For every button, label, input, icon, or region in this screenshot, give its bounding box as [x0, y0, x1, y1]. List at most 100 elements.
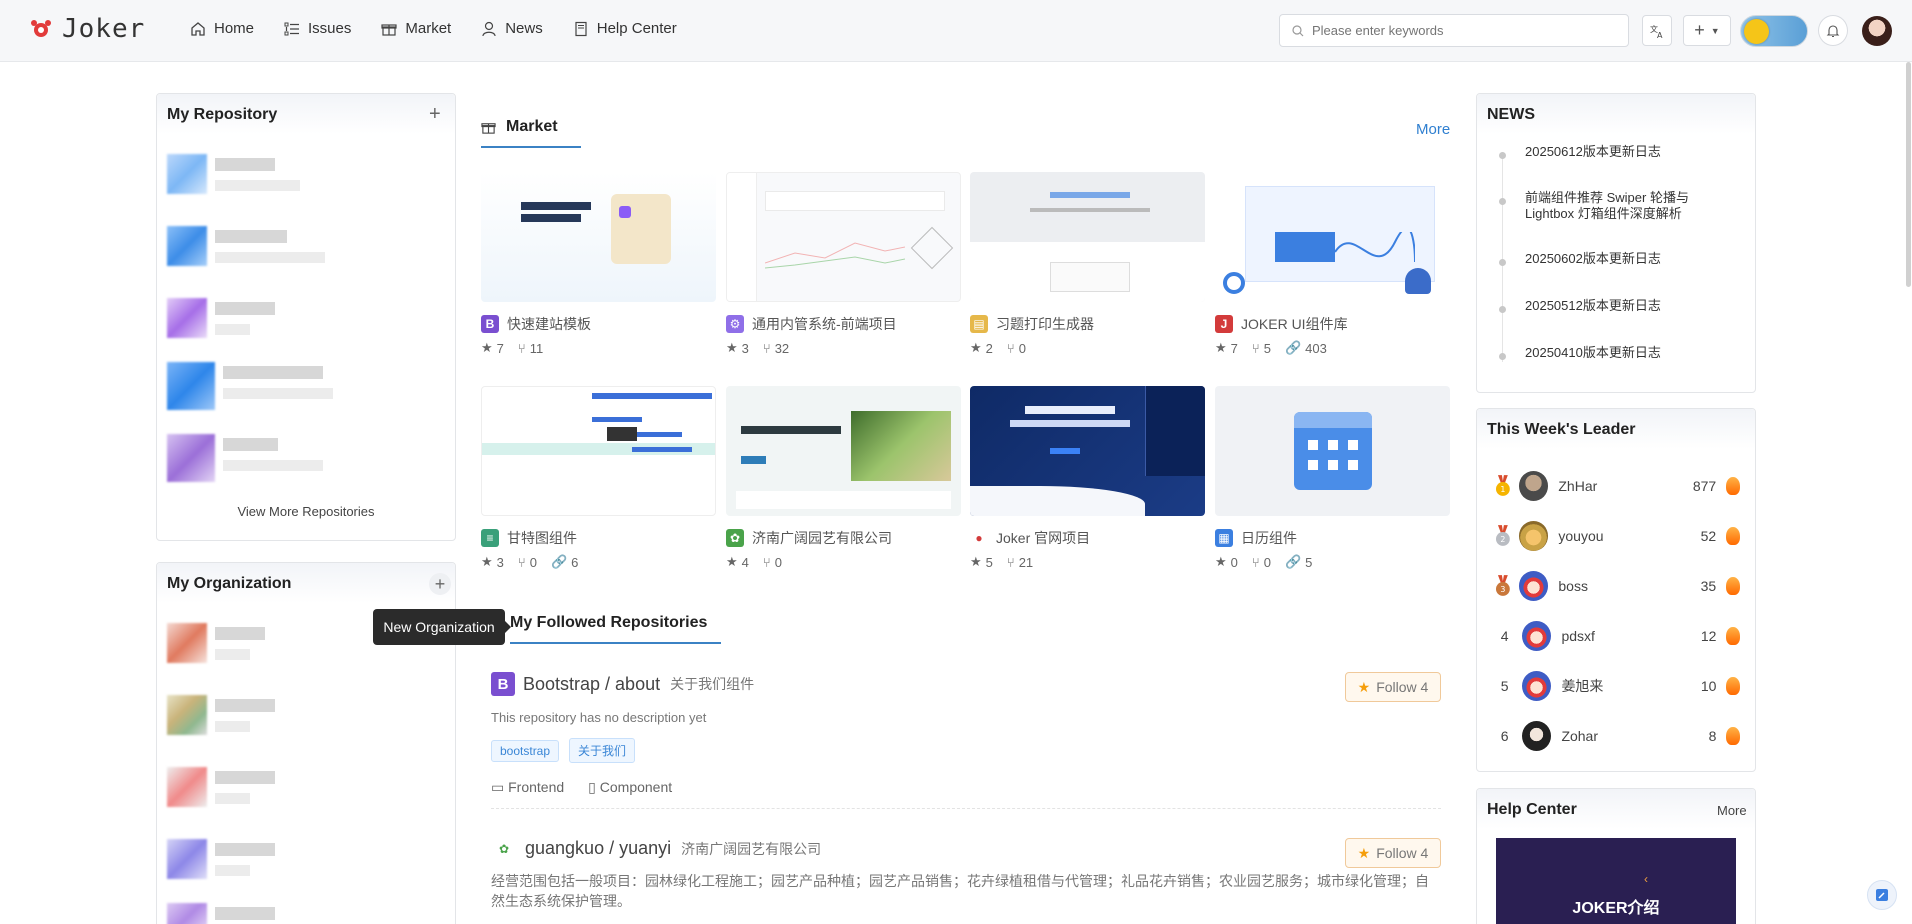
timeline-dot	[1499, 198, 1506, 205]
repository-item[interactable]	[167, 434, 367, 484]
joker-logo-icon	[30, 18, 52, 40]
news-item[interactable]: 前端组件推荐 Swiper 轮播与 Lightbox 灯箱组件深度解析	[1525, 190, 1725, 222]
repo-desc-placeholder	[215, 180, 300, 191]
follow-button[interactable]: ★ Follow 4	[1345, 838, 1441, 868]
search-box[interactable]	[1279, 14, 1629, 47]
star-count: ★ 5	[970, 554, 993, 570]
organization-item[interactable]	[167, 767, 367, 817]
svg-text:3: 3	[1500, 585, 1505, 594]
thumb-deco	[632, 447, 692, 452]
market-card[interactable]: J JOKER UI组件库 ★ 7 ⑂ 5 🔗 403	[1215, 172, 1450, 356]
repo-name[interactable]: Bootstrap / about	[523, 674, 660, 695]
leader-row[interactable]: 2 youyou 52	[1495, 518, 1740, 554]
create-dropdown-button[interactable]: + ▼	[1683, 15, 1731, 46]
nav-home[interactable]: Home	[190, 20, 254, 37]
organization-item[interactable]	[167, 903, 367, 924]
help-more-link[interactable]: More	[1717, 803, 1747, 818]
nav-help-center[interactable]: Help Center	[573, 20, 677, 37]
market-card[interactable]: ▤ 习题打印生成器 ★ 2 ⑂ 0	[970, 172, 1205, 356]
market-card[interactable]: ● Joker 官网项目 ★ 5 ⑂ 21	[970, 386, 1205, 570]
nav-news[interactable]: News	[481, 20, 543, 37]
feedback-button[interactable]	[1867, 880, 1897, 910]
repo-subtitle: 济南广阔园艺有限公司	[681, 840, 822, 857]
market-more-link[interactable]: More	[1416, 121, 1450, 138]
leader-row[interactable]: 5 姜旭来 10	[1495, 668, 1740, 704]
market-card[interactable]: ≡ 甘特图组件 ★ 3 ⑂ 0 🔗 6	[481, 386, 716, 570]
news-item[interactable]: 20250410版本更新日志	[1525, 345, 1725, 361]
nav-news-label: News	[505, 20, 543, 37]
organization-item[interactable]	[167, 839, 367, 889]
repository-item[interactable]	[167, 154, 367, 204]
tag[interactable]: bootstrap	[491, 740, 560, 762]
help-banner-image[interactable]: JOKER介绍 ‹	[1496, 838, 1736, 924]
followed-repositories-tab[interactable]: My Followed Repositories	[510, 614, 721, 644]
meta-component: ▯ Component	[588, 779, 672, 796]
market-card[interactable]: ✿ 济南广阔园艺有限公司 ★ 4 ⑂ 0	[726, 386, 961, 570]
leader-score: 877	[1692, 478, 1717, 494]
forks-value: 0	[1263, 554, 1271, 570]
translate-button[interactable]: 文A	[1642, 15, 1672, 46]
org-avatar	[167, 903, 207, 924]
leader-row[interactable]: 3 boss 35	[1495, 568, 1740, 604]
repository-item[interactable]	[167, 226, 367, 276]
market-section-tab[interactable]: Market	[481, 118, 581, 148]
star-count: ★ 0	[1215, 554, 1238, 570]
nav-issues[interactable]: Issues	[284, 20, 351, 37]
plus-icon: +	[1694, 20, 1705, 40]
news-item[interactable]: 20250602版本更新日志	[1525, 251, 1725, 267]
new-organization-tooltip: New Organization	[373, 609, 511, 645]
garden-icon: ✿	[726, 529, 744, 547]
leader-row[interactable]: 6 Zohar 8	[1495, 718, 1740, 754]
organization-item[interactable]	[167, 623, 367, 673]
news-item[interactable]: 20250612版本更新日志	[1525, 144, 1725, 160]
followed-repo-item[interactable]: ✿ guangkuo / yuanyi 济南广阔园艺有限公司 ★ Follow …	[491, 838, 1441, 911]
notification-button[interactable]	[1818, 15, 1848, 46]
org-name-placeholder	[215, 843, 275, 856]
nav-market[interactable]: Market	[381, 20, 451, 37]
market-card[interactable]: ▦ 日历组件 ★ 0 ⑂ 0 🔗 5	[1215, 386, 1450, 570]
follow-button[interactable]: ★ Follow 4	[1345, 672, 1441, 702]
repo-desc-placeholder	[215, 324, 250, 335]
chevron-icon: ‹	[1644, 872, 1648, 886]
star-count: ★ 2	[970, 340, 993, 356]
add-organization-button[interactable]: +	[429, 573, 451, 595]
user-avatar[interactable]	[1862, 16, 1892, 46]
links-value: 6	[571, 554, 579, 570]
svg-text:1: 1	[1500, 485, 1505, 494]
search-input[interactable]	[1312, 23, 1612, 38]
nav-home-label: Home	[214, 20, 255, 37]
thumb-chart	[1335, 232, 1415, 263]
stars-value: 4	[741, 554, 749, 570]
market-card[interactable]: ⚙ 通用内管系统-前端项目 ★ 3 ⑂ 32	[726, 172, 961, 356]
followed-repo-item[interactable]: B Bootstrap / about 关于我们组件 ★ Follow 4 Th…	[491, 672, 1441, 809]
timeline-line	[1502, 152, 1503, 362]
rank-number: 4	[1500, 628, 1509, 644]
news-item[interactable]: 20250512版本更新日志	[1525, 298, 1725, 314]
card-name: 甘特图组件	[507, 530, 577, 546]
repository-item[interactable]	[167, 362, 367, 412]
repo-name[interactable]: guangkuo / yuanyi	[525, 838, 671, 859]
thumb-deco	[1050, 448, 1080, 454]
theme-toggle[interactable]	[1740, 15, 1808, 47]
tag[interactable]: 关于我们	[568, 738, 635, 763]
market-card[interactable]: B 快速建站模板 ★ 7 ⑂ 11	[481, 172, 716, 356]
org-desc-placeholder	[215, 793, 250, 804]
leader-row[interactable]: 1 ZhHar 877	[1495, 468, 1740, 504]
thumb-deco	[1294, 412, 1372, 428]
organization-item[interactable]	[167, 695, 367, 745]
flame-icon	[1726, 527, 1740, 545]
thumb-deco	[1050, 262, 1130, 292]
add-repository-button[interactable]: +	[429, 104, 441, 124]
fork-count: ⑂ 32	[762, 340, 790, 356]
org-name-placeholder	[215, 907, 275, 920]
leader-title: This Week's Leader	[1487, 421, 1636, 438]
logo[interactable]: Joker	[30, 14, 145, 44]
timeline-dot	[1499, 259, 1506, 266]
home-icon	[191, 21, 205, 36]
view-more-repositories-link[interactable]: View More Repositories	[157, 504, 455, 519]
card-thumbnail	[1215, 386, 1450, 516]
repo-desc-placeholder	[223, 460, 323, 471]
scrollbar[interactable]	[1906, 62, 1911, 287]
leader-row[interactable]: 4 pdsxf 12	[1495, 618, 1740, 654]
repository-item[interactable]	[167, 298, 367, 348]
